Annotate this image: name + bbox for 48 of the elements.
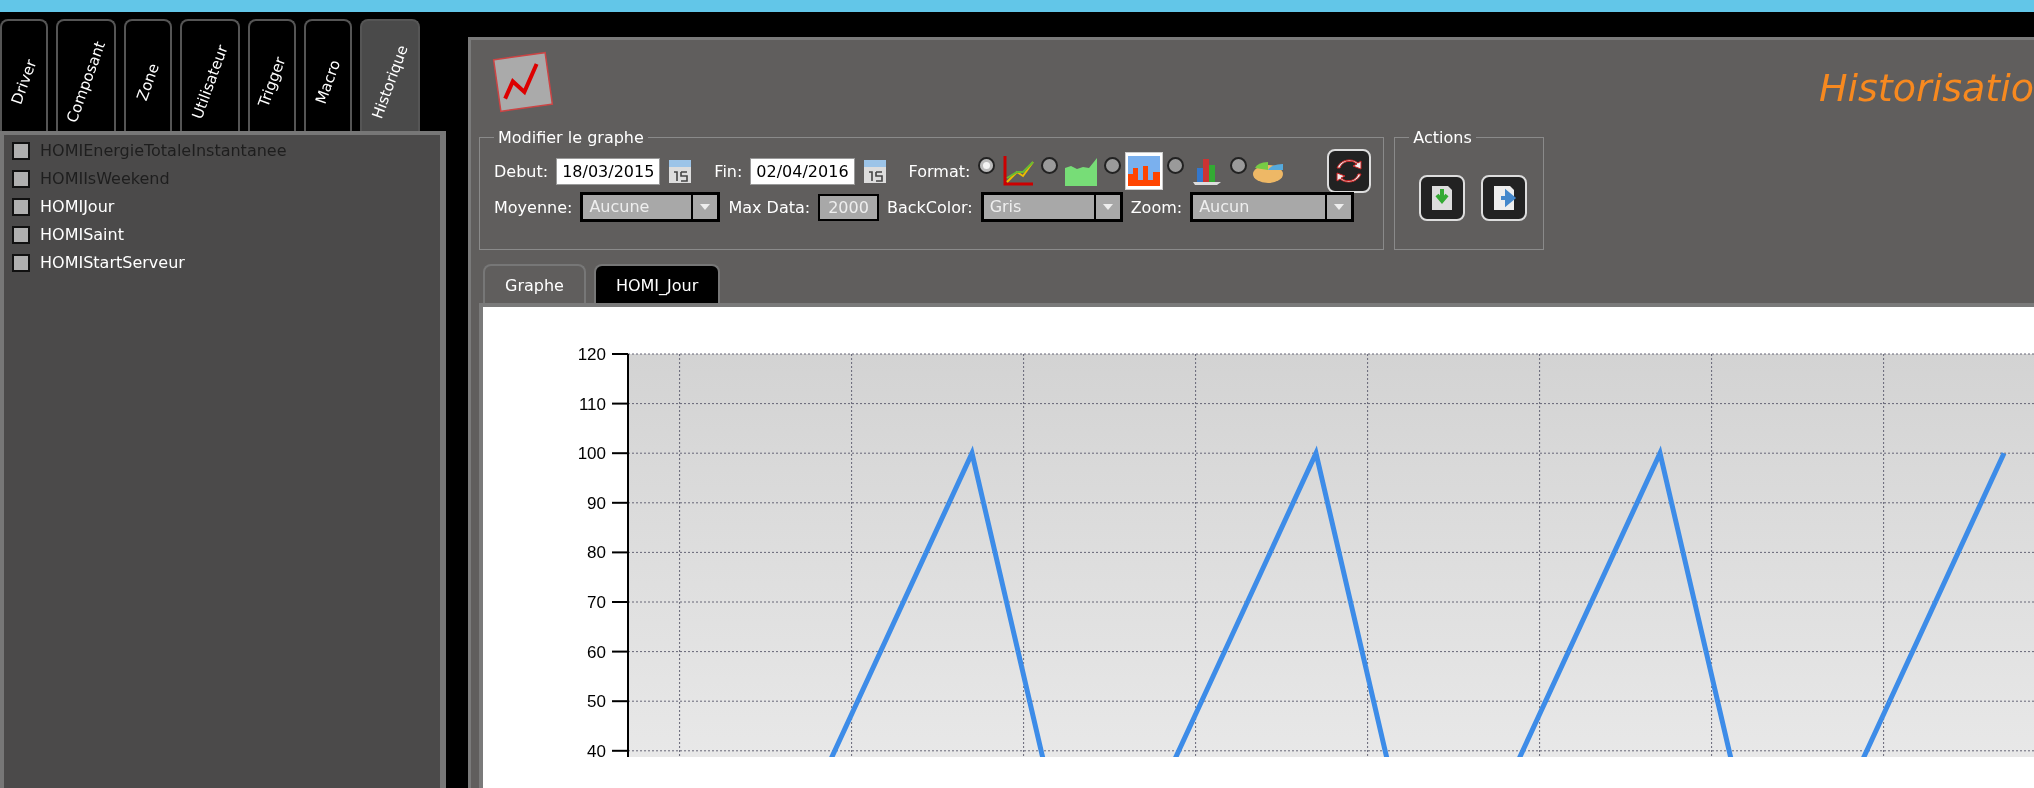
field-label: Zoom:	[1130, 197, 1183, 217]
radio-button[interactable]	[1104, 156, 1122, 174]
import-button[interactable]	[1419, 175, 1466, 221]
caret-icon	[1334, 204, 1345, 210]
group-title: Modifier le graphe	[497, 128, 645, 147]
axis-tick-label: 40	[587, 741, 606, 757]
axis-tick-label: 90	[587, 493, 606, 513]
checkbox[interactable]	[12, 225, 30, 244]
refresh-icon	[1334, 156, 1365, 186]
field-label: BackColor:	[886, 197, 973, 217]
field-label: Debut:	[494, 161, 549, 181]
format-option-highlight[interactable]	[1125, 152, 1164, 190]
checkbox[interactable]	[12, 197, 30, 216]
variable-label: HOMIJour	[40, 197, 115, 216]
axis-tick-label: 110	[578, 394, 606, 414]
tab[interactable]: HOMI_Jour	[593, 264, 721, 303]
radio-button[interactable]	[978, 156, 996, 174]
refresh-button[interactable]	[1327, 149, 1372, 193]
export-button[interactable]	[1481, 175, 1528, 221]
date-field[interactable]: 18/03/2015	[556, 157, 661, 185]
axis-tick-label: 50	[587, 692, 606, 712]
group-title: Actions	[1412, 128, 1473, 147]
date-field[interactable]: 02/04/2016	[750, 157, 855, 185]
side-tab[interactable]: Macro	[304, 19, 352, 131]
axis-tick-label: 70	[587, 593, 606, 612]
field-label: Fin:	[714, 161, 743, 181]
side-tab[interactable]: Zone	[124, 19, 172, 131]
checkbox[interactable]	[12, 253, 30, 272]
axis-tick-label: 120	[577, 345, 606, 364]
side-tab[interactable]: Driver	[0, 19, 48, 131]
page-title: Historisatio	[1818, 66, 2034, 110]
tab[interactable]: Graphe	[483, 264, 586, 303]
axis-tick-label: 100	[577, 444, 606, 464]
axis-tick-label: 80	[587, 543, 606, 563]
caret-icon	[1102, 204, 1113, 210]
field-label: Moyenne:	[494, 197, 573, 217]
caret-icon	[700, 204, 711, 210]
field-label: Format:	[908, 161, 971, 181]
histogram-icon	[1128, 156, 1161, 186]
calendar-icon[interactable]	[862, 158, 887, 184]
radio-button[interactable]	[1230, 156, 1248, 174]
variable-label: HOMIStartServeur	[40, 253, 185, 272]
field-label: Max Data:	[728, 197, 811, 217]
radio-button[interactable]	[1041, 156, 1059, 174]
axis-tick-label: 60	[587, 642, 606, 662]
calendar-icon[interactable]	[668, 158, 693, 184]
variable-label: HOMISaint	[40, 225, 124, 244]
radio-button[interactable]	[1167, 156, 1185, 174]
